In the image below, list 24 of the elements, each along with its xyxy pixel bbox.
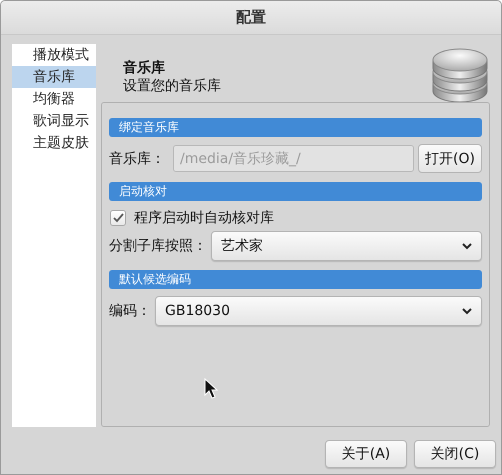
- chevron-down-icon: [462, 242, 472, 250]
- dropdown[interactable]: 艺术家: [211, 231, 482, 261]
- field-label: 音乐库：: [109, 150, 165, 168]
- window-title: 配置: [1, 1, 501, 35]
- section-header: 绑定音乐库: [109, 118, 482, 137]
- dialog-button[interactable]: 关于(A): [325, 440, 407, 468]
- sidebar-item[interactable]: 歌词显示: [12, 110, 96, 132]
- page-subtitle: 设置您的音乐库: [123, 77, 221, 95]
- database-icon: [431, 46, 489, 103]
- chevron-down-icon: [462, 308, 472, 314]
- sidebar-item[interactable]: 主题皮肤: [12, 132, 96, 154]
- sidebar-item[interactable]: 播放模式: [12, 44, 96, 66]
- dropdown[interactable]: GB18030: [155, 296, 482, 326]
- dialog-button[interactable]: 关闭(C): [414, 440, 496, 468]
- checkbox[interactable]: [110, 210, 126, 226]
- checkbox-label: 程序启动时自动核对库: [134, 209, 274, 227]
- sidebar-item[interactable]: 音乐库: [12, 66, 96, 88]
- field-label: 编码：: [109, 302, 151, 320]
- mouse-pointer-icon: [204, 378, 218, 399]
- page-title: 音乐库: [123, 59, 166, 77]
- field-label: 分割子库按照：: [109, 237, 207, 255]
- section-header: 启动核对: [109, 182, 482, 201]
- sidebar-item[interactable]: 均衡器: [12, 88, 96, 110]
- section-header: 默认候选编码: [109, 270, 482, 289]
